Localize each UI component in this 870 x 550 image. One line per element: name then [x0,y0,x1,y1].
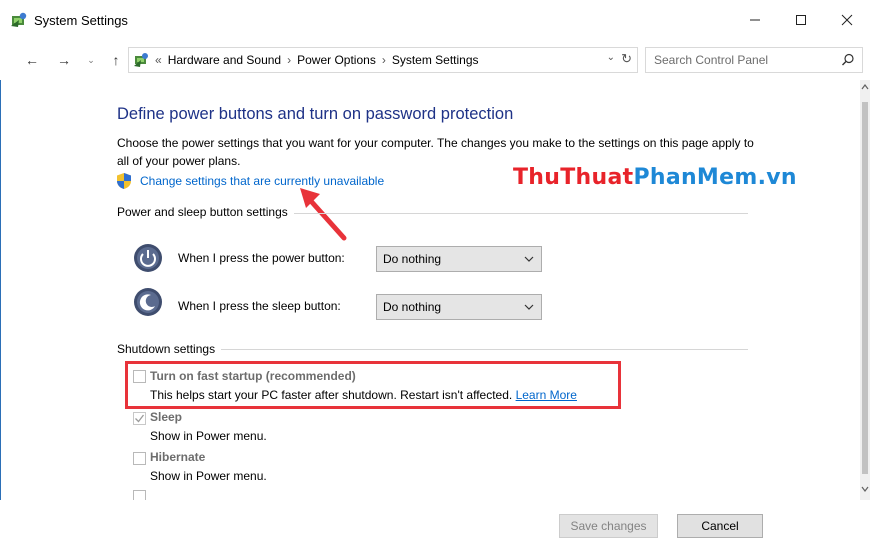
sleep-option-description: Show in Power menu. [150,429,267,443]
sleep-option-title: Sleep [150,410,183,424]
power-button-action-value: Do nothing [383,252,442,266]
address-dropdown-icon[interactable]: ⌄ [607,52,615,63]
title-bar: System Settings [0,0,870,40]
scroll-up-icon[interactable] [860,82,870,92]
save-changes-button[interactable]: Save changes [559,514,658,538]
uac-shield-icon [117,173,131,189]
scroll-down-icon[interactable] [860,484,870,494]
power-button-label: When I press the power button: [178,251,345,265]
control-panel-icon [134,53,148,67]
shutdown-section-label: Shutdown settings [117,342,222,356]
refresh-icon[interactable]: ↻ [621,51,632,67]
search-placeholder: Search Control Panel [654,53,769,67]
main-content: Define power buttons and turn on passwor… [0,80,860,500]
sleep-checkbox[interactable] [133,412,146,425]
maximize-button[interactable] [778,0,824,40]
annotation-arrow [300,188,347,241]
power-button-action-select[interactable]: Do nothing [376,246,542,272]
power-section-label: Power and sleep button settings [117,205,294,219]
up-button[interactable]: ↑ [106,50,126,70]
search-icon[interactable] [840,52,856,68]
back-button[interactable]: ← [22,50,42,70]
sleep-button-action-select[interactable]: Do nothing [376,294,542,320]
crumb-power-options[interactable]: Power Options [297,53,376,67]
crumb-system-settings[interactable]: System Settings [392,53,479,67]
lock-checkbox[interactable] [133,490,146,500]
minimize-icon [750,19,760,21]
close-button[interactable] [824,0,870,40]
scrollbar-thumb[interactable] [862,102,868,474]
vertical-scrollbar[interactable] [860,80,870,500]
recent-locations-button[interactable]: ⌄ [81,50,101,70]
minimize-button[interactable] [732,0,778,40]
control-panel-icon [11,12,27,27]
watermark-logo: ThuThuatPhanMem.vn [513,165,797,190]
crumb-separator[interactable]: › [382,53,386,67]
page-title: Define power buttons and turn on passwor… [117,105,514,123]
crumb-separator[interactable]: › [287,53,291,67]
maximize-icon [796,15,806,25]
hibernate-option-description: Show in Power menu. [150,469,267,483]
watermark-part1: ThuThuat [513,165,634,190]
breadcrumb[interactable]: « Hardware and Sound › Power Options › System… [128,47,638,73]
power-button-icon [134,244,162,272]
breadcrumb-path: « Hardware and Sound › Power Options › System… [155,53,479,67]
dialog-footer: Save changes Cancel [0,500,870,550]
chevron-down-icon [524,304,534,310]
sleep-button-action-value: Do nothing [383,300,442,314]
search-input[interactable]: Search Control Panel [645,47,863,73]
highlight-box [125,361,621,409]
checkmark-icon [135,414,145,423]
close-icon [841,14,853,26]
cancel-button[interactable]: Cancel [677,514,763,538]
hibernate-checkbox[interactable] [133,452,146,465]
sleep-button-label: When I press the sleep button: [178,299,341,313]
watermark-part2: PhanMem.vn [633,165,797,190]
chevron-down-icon [524,256,534,262]
sleep-button-icon [134,288,162,316]
breadcrumb-overflow[interactable]: « [155,53,162,67]
hibernate-option-title: Hibernate [150,450,206,464]
window-title: System Settings [34,13,128,28]
address-bar: ← → ⌄ ↑ « Hardware and Sound › Power Option… [0,40,870,80]
forward-button[interactable]: → [54,50,74,70]
crumb-hardware-and-sound[interactable]: Hardware and Sound [168,53,281,67]
